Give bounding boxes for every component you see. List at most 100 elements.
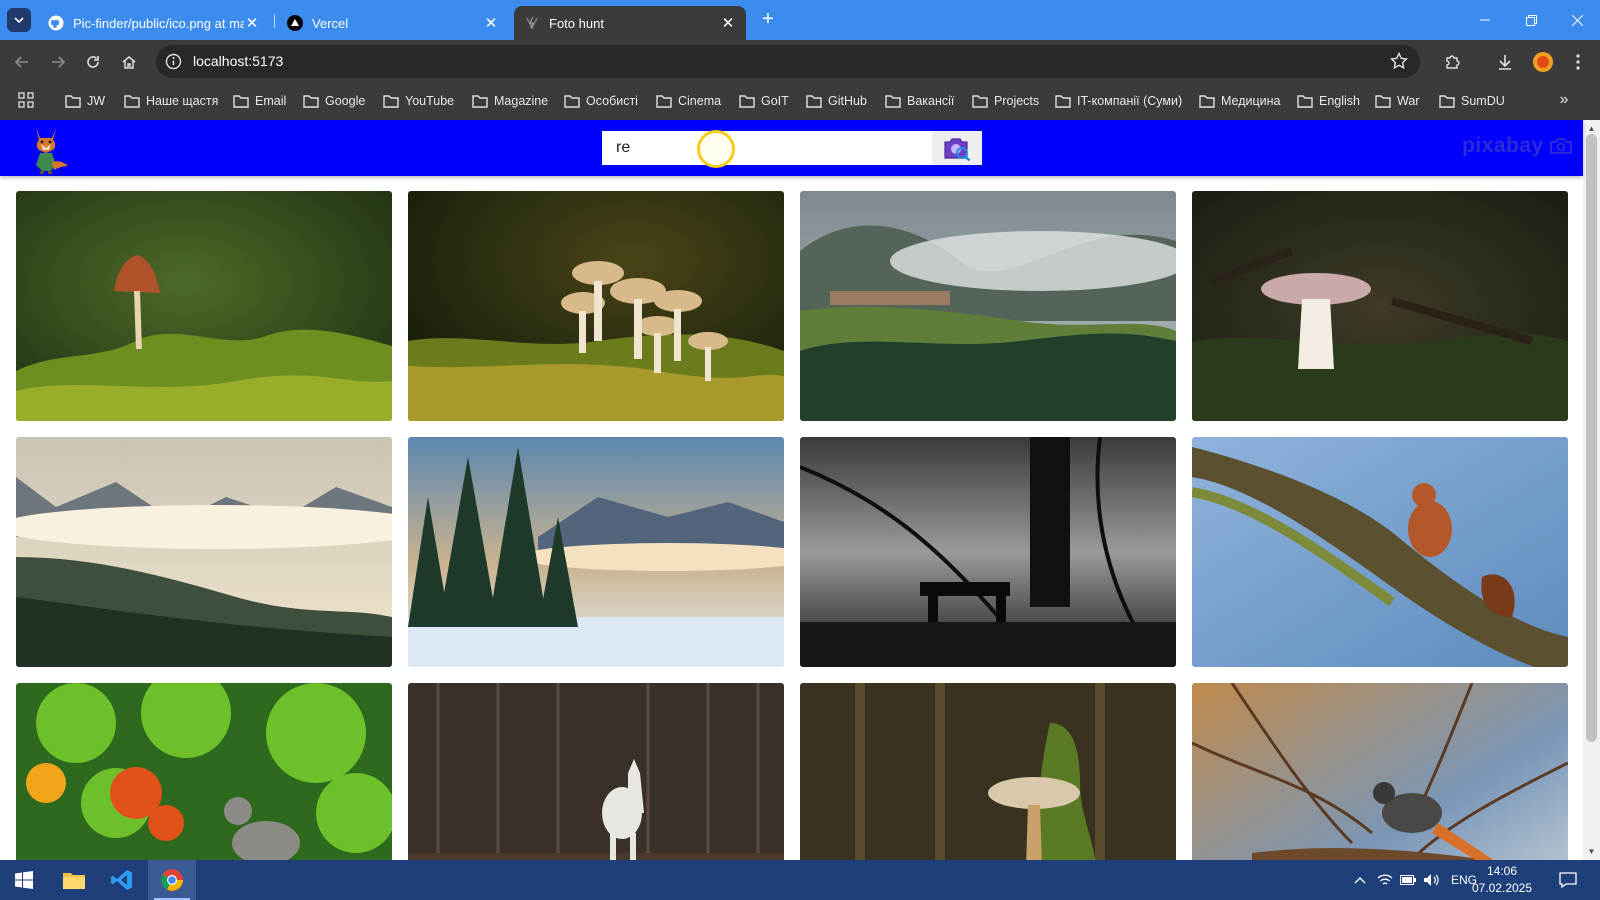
bookmark-item[interactable]: Projects — [972, 91, 1039, 111]
mouse-cursor-highlight — [697, 130, 735, 168]
tab-github[interactable]: Pic-finder/public/ico.png at ma ✕ — [38, 6, 270, 40]
tab-vercel[interactable]: Vercel ✕ — [277, 6, 509, 40]
bookmark-label: Особисті — [586, 94, 638, 108]
search-form — [602, 131, 982, 165]
file-explorer-button[interactable] — [50, 860, 98, 900]
gallery-item[interactable] — [800, 191, 1176, 421]
page-viewport: pixabay — [0, 120, 1600, 860]
bookmark-item[interactable]: YouTube — [383, 91, 454, 111]
scroll-thumb[interactable] — [1586, 134, 1597, 742]
minimize-button[interactable] — [1462, 0, 1508, 40]
search-input[interactable] — [602, 131, 932, 165]
network-tray-button[interactable] — [1375, 870, 1395, 890]
gallery-item[interactable] — [800, 683, 1176, 860]
gallery-item[interactable] — [800, 437, 1176, 667]
gallery-item[interactable] — [1192, 683, 1568, 860]
gallery-image — [408, 437, 784, 667]
restore-button[interactable] — [1508, 0, 1554, 40]
volume-tray-button[interactable] — [1421, 870, 1441, 890]
bookmark-item[interactable]: Google — [303, 91, 365, 111]
folder-icon — [1439, 94, 1455, 108]
apps-grid-icon[interactable] — [18, 92, 34, 108]
gallery-item[interactable] — [408, 437, 784, 667]
home-button[interactable] — [116, 49, 142, 75]
bookmark-item[interactable]: IT-компанії (Суми) — [1055, 91, 1182, 111]
folder-icon — [1375, 94, 1391, 108]
show-hidden-icons-button[interactable] — [1350, 870, 1370, 890]
bookmark-label: Медицина — [1221, 94, 1281, 108]
scroll-down-arrow[interactable]: ▼ — [1587, 847, 1596, 856]
home-icon — [122, 56, 136, 69]
vscode-button[interactable] — [98, 860, 146, 900]
bookmark-label: Projects — [994, 94, 1040, 108]
folder-icon — [472, 94, 488, 108]
gallery-image — [408, 191, 784, 421]
bookmark-item[interactable]: SumDU — [1439, 91, 1505, 111]
back-button[interactable] — [9, 49, 35, 75]
folder-icon — [383, 94, 399, 108]
page-scrollbar[interactable]: ▲ ▼ — [1583, 120, 1600, 860]
close-tab-icon[interactable]: ✕ — [244, 15, 260, 32]
gallery-item[interactable] — [16, 683, 392, 860]
gallery-item[interactable] — [1192, 191, 1568, 421]
bookmark-item[interactable]: GitHub — [806, 91, 867, 111]
search-button[interactable] — [932, 131, 982, 165]
close-tab-icon[interactable]: ✕ — [483, 15, 499, 32]
bookmark-item[interactable]: Особисті — [564, 91, 638, 111]
profile-avatar[interactable] — [1533, 52, 1553, 72]
scroll-up-arrow[interactable]: ▲ — [1587, 124, 1596, 133]
vscode-icon — [111, 870, 132, 890]
folder-icon — [739, 94, 755, 108]
gallery-item[interactable] — [408, 683, 784, 860]
reload-button[interactable] — [80, 49, 106, 75]
gallery-image — [800, 683, 1176, 860]
forward-button[interactable] — [45, 49, 71, 75]
bookmark-item[interactable]: Наше щастя — [124, 91, 218, 111]
folder-icon — [1055, 94, 1071, 108]
extensions-button[interactable] — [1440, 49, 1466, 75]
address-bar[interactable]: localhost:5173 — [156, 45, 1420, 78]
gallery-image — [16, 191, 392, 421]
start-button[interactable] — [0, 860, 48, 900]
bookmark-item[interactable]: JW — [65, 91, 105, 111]
more-bookmarks-button[interactable]: » — [1554, 91, 1574, 111]
new-tab-button[interactable]: + — [757, 9, 779, 31]
chrome-button[interactable] — [148, 860, 196, 900]
folder-icon — [124, 94, 140, 108]
gallery-item[interactable] — [16, 437, 392, 667]
bookmark-label: Magazine — [494, 94, 549, 108]
close-tab-icon[interactable]: ✕ — [720, 15, 736, 32]
vite-icon — [524, 15, 540, 31]
bookmark-item[interactable]: Magazine — [472, 91, 548, 111]
bookmark-item[interactable]: English — [1297, 91, 1360, 111]
tab-search-button[interactable] — [7, 8, 31, 32]
gallery-item[interactable] — [408, 191, 784, 421]
bookmark-item[interactable]: Медицина — [1199, 91, 1281, 111]
restore-icon — [1525, 14, 1537, 26]
downloads-button[interactable] — [1492, 49, 1518, 75]
notifications-button[interactable] — [1556, 870, 1580, 890]
bookmark-star-icon[interactable] — [1390, 52, 1408, 70]
tab-foto-hunt[interactable]: Foto hunt ✕ — [514, 6, 746, 40]
folder-icon — [656, 94, 672, 108]
bookmark-item[interactable]: Cinema — [656, 91, 721, 111]
folder-icon — [885, 94, 901, 108]
chevron-down-icon — [14, 17, 24, 23]
bookmark-item[interactable]: GoIT — [739, 91, 789, 111]
bookmark-label: Google — [325, 94, 366, 108]
bookmark-item[interactable]: Email — [233, 91, 286, 111]
windows-logo-icon — [15, 871, 33, 889]
close-window-button[interactable] — [1554, 0, 1600, 40]
battery-tray-button[interactable] — [1398, 870, 1418, 890]
gallery-image — [1192, 191, 1568, 421]
bookmark-item[interactable]: War — [1375, 91, 1419, 111]
gallery-image — [800, 437, 1176, 667]
system-clock[interactable]: 14:06 07.02.2025 — [1466, 863, 1538, 897]
gallery-item[interactable] — [16, 191, 392, 421]
bookmark-item[interactable]: Вакансії — [885, 91, 954, 111]
bookmark-label: JW — [87, 94, 106, 108]
browser-menu-button[interactable] — [1565, 49, 1591, 75]
battery-icon — [1400, 875, 1416, 885]
gallery-item[interactable] — [1192, 437, 1568, 667]
site-info-icon[interactable] — [165, 53, 182, 70]
